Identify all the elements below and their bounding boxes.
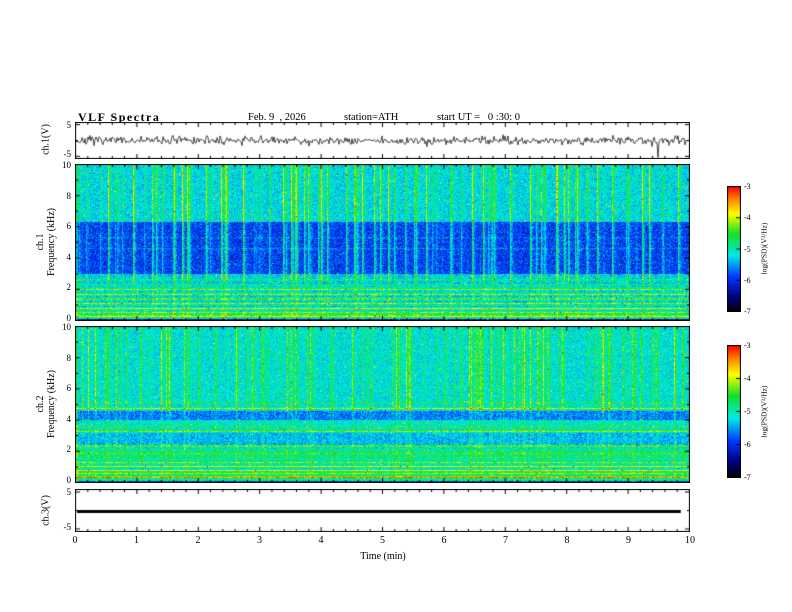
wave3-y-tick-label: -5 — [63, 522, 72, 532]
colorbar-ch2-label: log(PSD)(V²/Hz) — [759, 385, 769, 438]
x-tick-label: 4 — [318, 535, 324, 546]
spec2-y-tick-label: 6 — [66, 383, 72, 394]
x-tick-label: 7 — [503, 535, 508, 546]
colorbar-ch1 — [727, 186, 741, 312]
colorbar-tick-label: -5 — [744, 244, 751, 254]
ch2-frequency-axis-label: ch.2 Frequency (kHz) — [35, 349, 57, 459]
x-tick-label: 0 — [72, 535, 78, 546]
ch1-waveform-plot — [75, 122, 690, 159]
spec2-y-tick-label: 0 — [66, 475, 72, 485]
colorbar-tick-label: -3 — [744, 341, 751, 350]
x-tick-label: 8 — [564, 535, 570, 546]
wave1-y-tick-label: 5 — [66, 120, 72, 130]
ch2-frequency-axis-label-line2: Frequency (kHz) — [46, 369, 57, 439]
spec1-y-tick-label: 4 — [66, 251, 72, 262]
ch2-spectrogram-plot — [75, 326, 690, 483]
ch3-waveform-plot — [75, 489, 690, 532]
x-tick-label: 3 — [257, 535, 262, 546]
spec2-y-tick-label: 4 — [66, 413, 72, 424]
colorbar-tick-label: -5 — [744, 407, 751, 416]
x-tick-label: 1 — [134, 535, 139, 546]
colorbar-ch1-label: log(PSD)(V²/Hz) — [759, 222, 769, 275]
spec1-y-tick-label: 6 — [66, 221, 72, 232]
x-tick-label: 10 — [685, 535, 695, 546]
ch1-frequency-axis-label-line2: Frequency (kHz) — [46, 207, 57, 277]
ch1-voltage-axis-label: ch.1(V) — [40, 124, 52, 155]
colorbar-tick-label: -7 — [744, 473, 751, 482]
colorbar-tick-label: -7 — [744, 307, 751, 316]
x-tick-label: 2 — [195, 535, 201, 546]
colorbar-ch2 — [727, 345, 741, 478]
wave1-y-tick-label: -5 — [63, 149, 72, 159]
colorbar-tick-label: -6 — [744, 440, 751, 449]
ch1-spectrogram-plot — [75, 164, 690, 321]
spec2-y-tick-label: 10 — [62, 322, 71, 332]
spec2-y-tick-label: 2 — [66, 444, 72, 455]
x-tick-label: 6 — [441, 535, 447, 546]
colorbar-tick-label: -4 — [744, 374, 751, 383]
x-tick-label: 5 — [380, 535, 385, 546]
spec1-y-tick-label: 10 — [62, 160, 71, 170]
spec1-y-tick-label: 2 — [66, 282, 72, 293]
time-axis-label: Time (min) — [360, 551, 406, 562]
colorbar-tick-label: -3 — [744, 182, 751, 191]
vlf-spectra-figure: VLF Spectra Feb. 9 , 2026 station=ATH st… — [0, 0, 792, 612]
colorbar-tick-label: -6 — [744, 275, 751, 285]
wave3-y-tick-label: 5 — [66, 487, 72, 497]
colorbar-tick-label: -4 — [744, 213, 751, 223]
ch1-frequency-axis-label-line1: ch.1 — [35, 233, 46, 251]
x-tick-label: 9 — [626, 535, 631, 546]
ch2-frequency-axis-label-line1: ch.2 — [35, 395, 46, 413]
spec1-y-tick-label: 8 — [66, 190, 72, 201]
spec2-y-tick-label: 8 — [66, 352, 72, 363]
ch1-frequency-axis-label: ch.1 Frequency (kHz) — [35, 187, 57, 297]
